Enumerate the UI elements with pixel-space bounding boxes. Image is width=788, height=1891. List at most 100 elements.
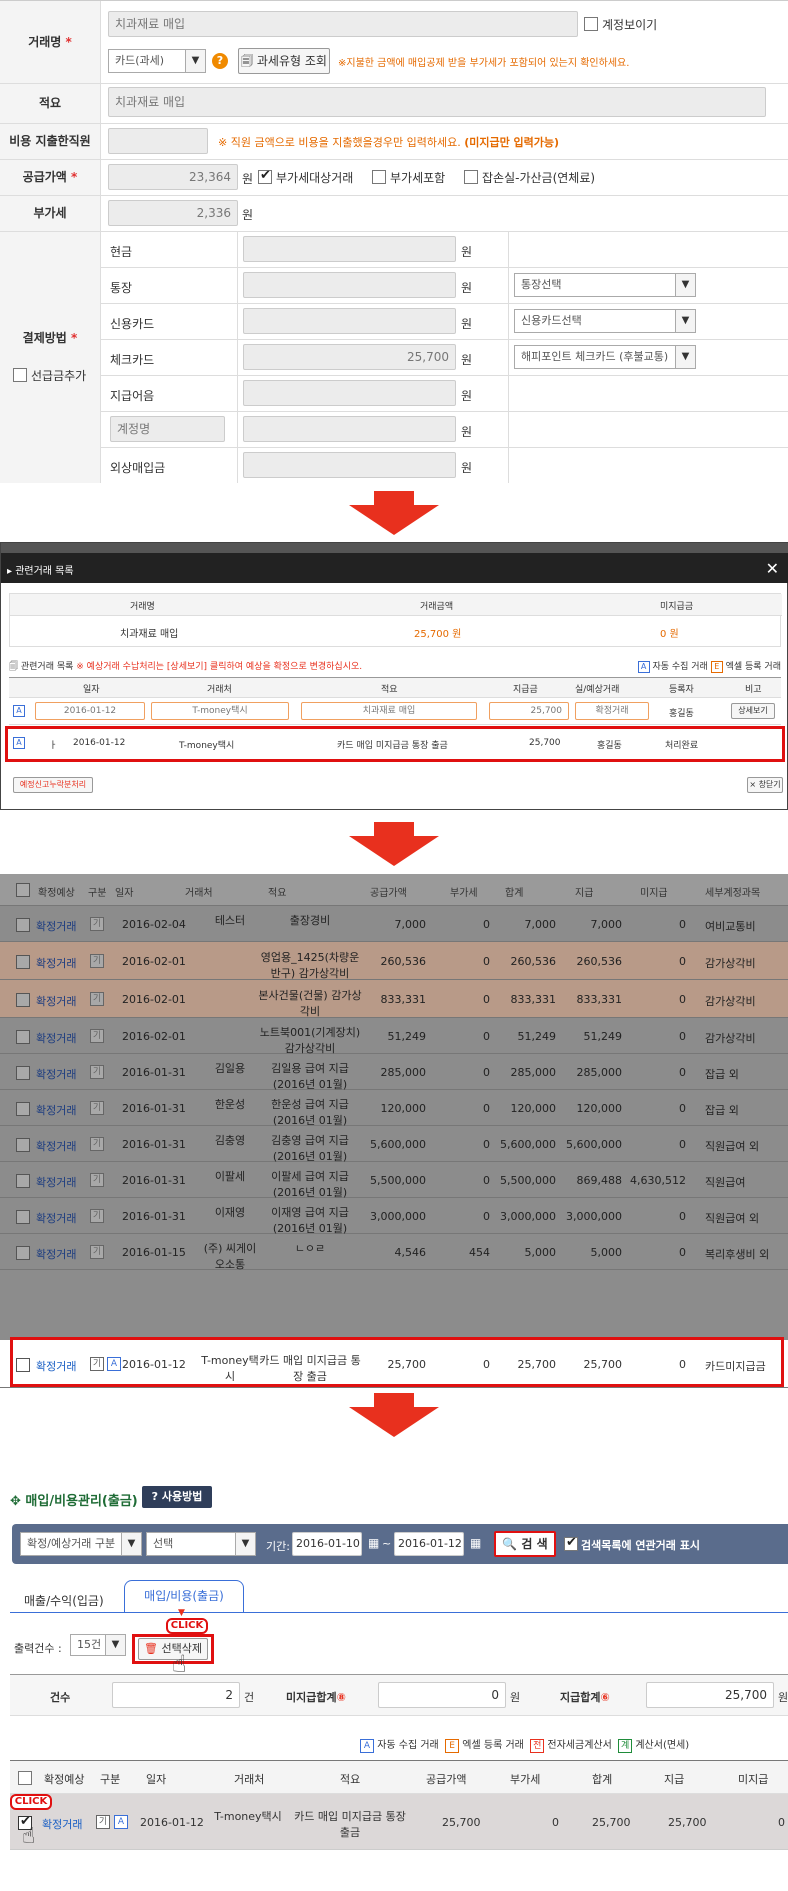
row1-status[interactable]: 확정거래 (575, 702, 649, 720)
vat-input[interactable]: 2,336 (108, 200, 238, 226)
staff-label-cell: 비용 지출한직원 (0, 123, 100, 159)
form-section: 거래명 * 적요 비용 지출한직원 공급가액 * 부가세 결제방법 * 선급금추… (0, 0, 788, 483)
pay-label-cell: 결제방법 * 선급금추가 (0, 231, 100, 483)
help-icon[interactable]: ? (212, 53, 228, 69)
date-from-input[interactable]: 2016-01-10 (292, 1532, 362, 1556)
row-status[interactable]: 확정거래 (36, 993, 76, 1009)
row-status[interactable]: 확정거래 (42, 1816, 82, 1832)
select-all-checkbox[interactable] (18, 1771, 32, 1785)
tab-income[interactable]: 매출/수익(입금) (24, 1592, 104, 1609)
expense-page: ✥ 매입/비용관리(출금) ? 사용방법 확정/예상거래 구분 ▼ 선택 ▼ 기간:… (0, 1480, 788, 1891)
row-status[interactable]: 확정거래 (36, 918, 76, 934)
row-status[interactable]: 확정거래 (36, 1246, 76, 1262)
legend: A 자동 수집 거래 E 엑셀 등록 거래 (637, 659, 781, 673)
row-checkbox[interactable] (16, 955, 30, 969)
row1-amount[interactable]: 25,700 (489, 702, 569, 720)
highlight-box (5, 726, 785, 762)
pay-row-label: 외상매입금 (110, 461, 166, 475)
filter-type-select[interactable]: 확정/예상거래 구분 ▼ (20, 1532, 142, 1556)
prepay-checkbox[interactable] (13, 368, 27, 382)
row-status[interactable]: 확정거래 (36, 1138, 76, 1154)
row-checkbox[interactable] (16, 1030, 30, 1044)
row-status[interactable]: 확정거래 (36, 1210, 76, 1226)
row-checkbox[interactable] (16, 1246, 30, 1260)
staff-input[interactable] (108, 128, 208, 154)
account-name-input[interactable]: 계정명 (110, 416, 225, 442)
row-status[interactable]: 확정거래 (36, 955, 76, 971)
misc-loss-checkbox[interactable] (464, 170, 478, 184)
modal-backdrop-strip (1, 543, 788, 553)
summary-amount: 25,700 원 (414, 629, 462, 640)
show-account-checkbox[interactable] (584, 17, 598, 31)
supply-label-cell: 공급가액 * (0, 159, 100, 195)
summary-vendor: 치과재료 매입 (120, 629, 179, 640)
row-checkbox[interactable] (16, 993, 30, 1007)
vat-incl-checkbox[interactable] (372, 170, 386, 184)
row1-memo[interactable]: 치과재료 매입 (301, 702, 477, 720)
transaction-grid: 확정예상 구분 일자 거래처 적요 공급가액 부가세 합계 지급 미지급 세부계정과목 확정거래 기 2… (0, 874, 788, 1388)
row-checkbox[interactable] (16, 1066, 30, 1080)
pay-amount-input[interactable] (243, 380, 456, 406)
modal-title: 관련거래 목록 (15, 566, 74, 577)
pay-row-label: 신용카드 (110, 317, 155, 331)
show-related-checkbox[interactable] (564, 1535, 578, 1551)
chevron-down-icon: ▼ (185, 50, 205, 72)
vendor-label: 거래명 (28, 35, 62, 49)
tax-type-select[interactable]: 카드(과세) ▼ (108, 49, 206, 73)
filter-select[interactable]: 선택 ▼ (146, 1532, 256, 1556)
row-status[interactable]: 확정거래 (36, 1066, 76, 1082)
close-button[interactable]: × 창닫기 (747, 777, 783, 793)
page-legend: A 자동 수집 거래 E 엑셀 등록 거래 전 전자세금계산서 계 계산서(면세… (360, 1736, 689, 1753)
row-status[interactable]: 확정거래 (36, 1174, 76, 1190)
modal-header: ▸ 관련거래 목록 ✕ (1, 553, 788, 583)
supply-unit: 원 (242, 172, 254, 186)
paid-sum-label: 지급합계⑥ (560, 1691, 610, 1704)
count-select[interactable]: 15건 ▼ (70, 1634, 126, 1656)
row-checkbox[interactable] (16, 1210, 30, 1224)
supply-input[interactable]: 23,364 (108, 164, 238, 190)
unpaid-sum-label: 미지급합계⑧ (286, 1691, 346, 1704)
vendor-input[interactable]: 치과재료 매입 (108, 11, 578, 37)
search-button[interactable]: 🔍 검 색 (494, 1531, 556, 1557)
calendar-icon[interactable]: ▦ (470, 1536, 481, 1550)
row1-date[interactable]: 2016-01-12 (35, 702, 145, 720)
hand-cursor-icon: ☝ (22, 1824, 36, 1849)
pay-amount-input[interactable]: 25,700 (243, 344, 456, 370)
vat-label-cell: 부가세 (0, 195, 100, 231)
howto-button[interactable]: ? 사용방법 (142, 1486, 212, 1508)
prepay-label: 선급금추가 (31, 369, 87, 383)
missing-report-button[interactable]: 예정신고누락분처리 (13, 777, 93, 793)
date-to-input[interactable]: 2016-01-12 (394, 1532, 464, 1556)
vendor-label-cell: 거래명 * (0, 1, 100, 83)
memo-input[interactable]: 치과재료 매입 (108, 87, 766, 117)
row-status[interactable]: 확정거래 (36, 1102, 76, 1118)
pay-amount-input[interactable] (243, 452, 456, 478)
pay-amount-input[interactable] (243, 236, 456, 262)
row-checkbox[interactable] (16, 918, 30, 932)
pay-amount-input[interactable] (243, 308, 456, 334)
page-title: ✥ 매입/비용관리(출금) (10, 1494, 138, 1509)
pay-account-select[interactable]: 통장선택 ▼ (514, 273, 696, 297)
row-checkbox[interactable] (16, 1174, 30, 1188)
related-list-table: 일자 거래처 적요 지급금 실/예상거래 등록자 비고 A 2016-01-12… (5, 677, 785, 767)
pay-amount-input[interactable] (243, 416, 456, 442)
detail-button[interactable]: 상세보기 (731, 703, 775, 719)
calendar-icon[interactable]: ▦ (368, 1536, 379, 1550)
list-title: 🗐 관련거래 목록 ※ 예상거래 수납처리는 [상세보기] 클릭하여 예상을 확… (9, 662, 363, 672)
pay-amount-input[interactable] (243, 272, 456, 298)
vat-target-checkbox[interactable] (258, 168, 272, 184)
supply-label: 공급가액 (22, 170, 67, 184)
summary-table: 거래명 거래금액 미지급금 치과재료 매입 25,700 원 0 원 (9, 593, 782, 647)
tax-lookup-button[interactable]: 🗐 과세유형 조회 (238, 48, 330, 74)
row-checkbox[interactable] (16, 1102, 30, 1116)
pay-account-select[interactable]: 해피포인트 체크카드 (후불교통) ▼ (514, 345, 696, 369)
pay-account-select[interactable]: 신용카드선택 ▼ (514, 309, 696, 333)
row1-vendor[interactable]: T-money택시 (151, 702, 289, 720)
select-all-checkbox[interactable] (16, 883, 30, 897)
row-status[interactable]: 확정거래 (36, 1030, 76, 1046)
pay-row-label: 통장 (110, 281, 133, 295)
paid-output: 25,700 (646, 1682, 774, 1708)
summary-unpaid: 0 원 (660, 629, 679, 640)
close-icon[interactable]: ✕ (766, 559, 779, 578)
row-checkbox[interactable] (16, 1138, 30, 1152)
